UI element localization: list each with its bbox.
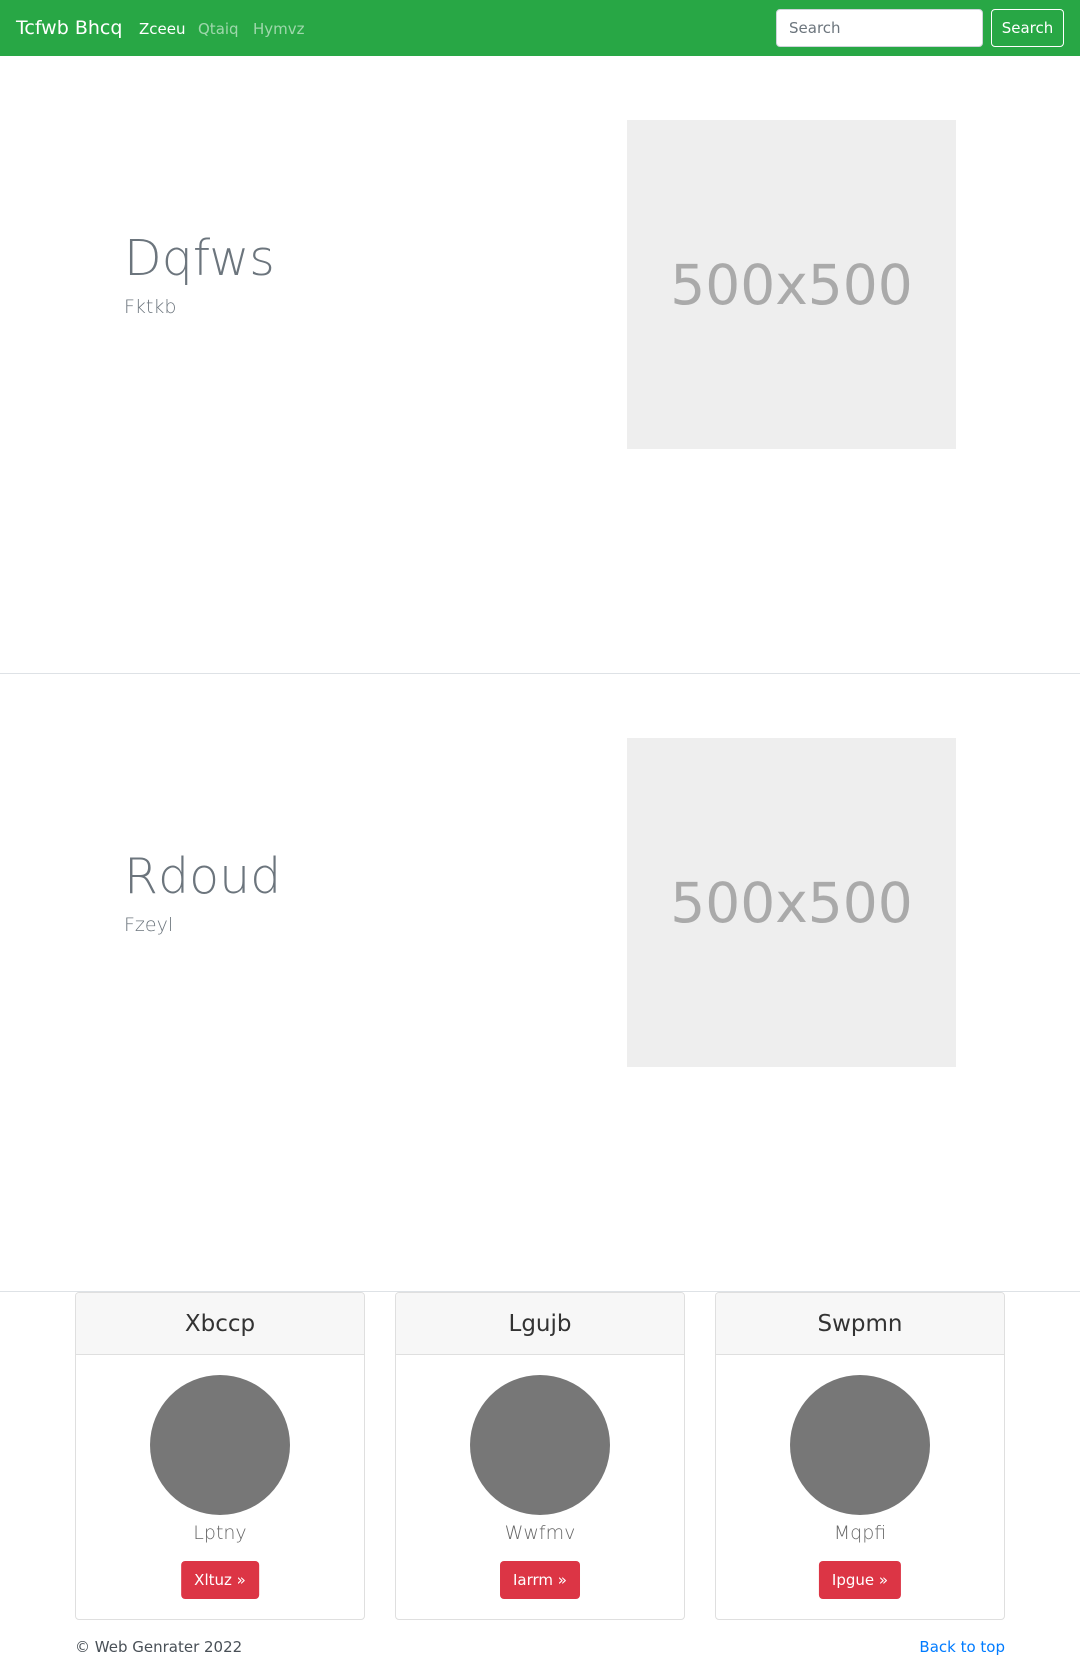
placeholder-image-label: 500x500 — [670, 252, 913, 317]
card-text: Lptny — [193, 1522, 247, 1544]
feature-title: Dqfws — [124, 230, 275, 287]
card-header: Lgujb — [396, 1293, 684, 1355]
feature-section-1: Dqfws Fktkb 500x500 — [0, 56, 1080, 674]
navbar-brand[interactable]: Tcfwb Bhcq — [16, 15, 122, 41]
avatar — [470, 1375, 610, 1515]
placeholder-image: 500x500 — [627, 120, 956, 449]
card-header: Swpmn — [716, 1293, 1004, 1355]
placeholder-image-label: 500x500 — [670, 870, 913, 935]
navbar: Tcfwb Bhcq Zceeu Qtaiq Hymvz Search — [0, 0, 1080, 56]
card-button-ipgue[interactable]: Ipgue » — [818, 1561, 902, 1599]
nav-link-zceeu[interactable]: Zceeu — [139, 18, 186, 40]
back-to-top-link[interactable]: Back to top — [919, 1636, 1005, 1658]
card-text: Wwfmv — [504, 1522, 576, 1544]
card-swpmn: Swpmn Mqpfi Ipgue » — [715, 1292, 1005, 1620]
card-header: Xbccp — [76, 1293, 364, 1355]
search-input[interactable] — [776, 9, 983, 47]
search-button[interactable]: Search — [991, 9, 1064, 47]
avatar — [790, 1375, 930, 1515]
card-text: Mqpfi — [833, 1522, 887, 1544]
card-lgujb: Lgujb Wwfmv Iarrm » — [395, 1292, 685, 1620]
feature-title: Rdoud — [124, 848, 282, 905]
feature-subtitle: Fktkb — [124, 296, 177, 318]
feature-subtitle: Fzeyl — [124, 914, 174, 936]
avatar — [150, 1375, 290, 1515]
card-button-xltuz[interactable]: Xltuz » — [181, 1561, 259, 1599]
card-xbccp: Xbccp Lptny Xltuz » — [75, 1292, 365, 1620]
nav-link-hymvz[interactable]: Hymvz — [253, 18, 305, 40]
nav-link-qtaiq[interactable]: Qtaiq — [198, 18, 239, 40]
footer-copyright: © Web Genrater 2022 — [75, 1638, 243, 1656]
card-button-iarrm[interactable]: Iarrm » — [500, 1561, 580, 1599]
feature-section-2: Rdoud Fzeyl 500x500 — [0, 674, 1080, 1292]
placeholder-image: 500x500 — [627, 738, 956, 1067]
